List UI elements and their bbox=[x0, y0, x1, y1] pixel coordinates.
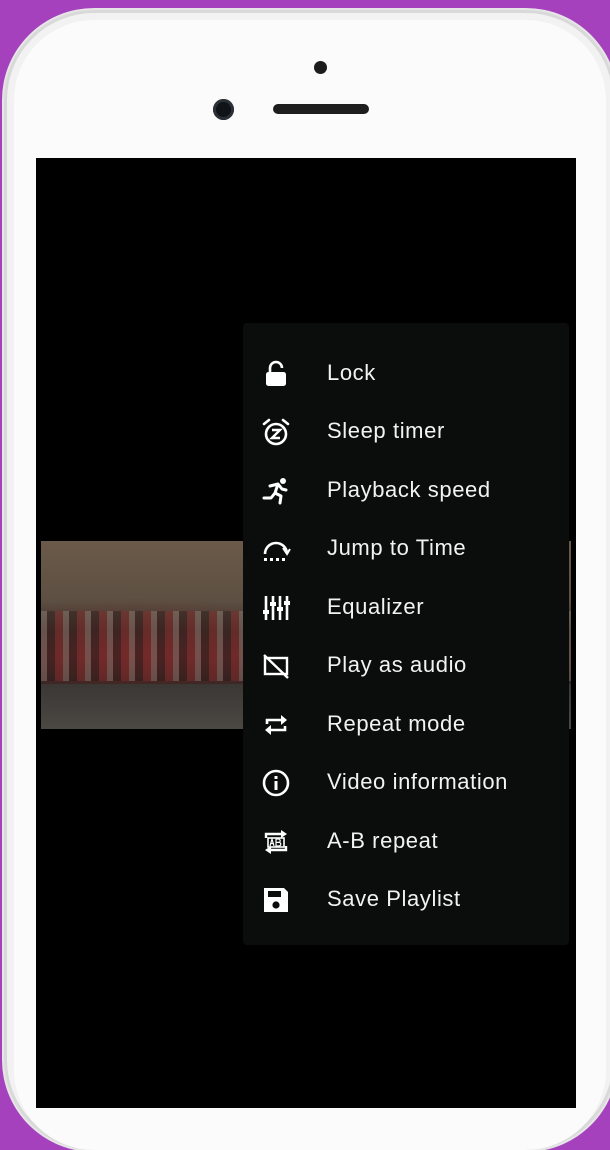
earpiece-speaker bbox=[273, 104, 369, 114]
jump-to-time-icon bbox=[261, 534, 291, 564]
menu-item-label: Video information bbox=[327, 769, 509, 794]
menu-item-label: Sleep timer bbox=[327, 418, 445, 443]
menu-item-video-information[interactable]: Video information bbox=[243, 754, 569, 810]
menu-item-label: Playback speed bbox=[327, 477, 491, 502]
info-icon bbox=[261, 768, 291, 798]
menu-item-playback-speed[interactable]: Playback speed bbox=[243, 462, 569, 518]
ab-repeat-icon bbox=[261, 827, 291, 857]
menu-item-save-playlist[interactable]: Save Playlist bbox=[243, 871, 569, 927]
equalizer-icon bbox=[261, 593, 291, 623]
menu-item-lock[interactable]: Lock bbox=[243, 345, 569, 401]
menu-item-label: Jump to Time bbox=[327, 535, 467, 560]
menu-item-equalizer[interactable]: Equalizer bbox=[243, 579, 569, 635]
menu-item-label: Save Playlist bbox=[327, 886, 461, 911]
video-player-screen[interactable]: Lock Sleep timer Playback speed Jump to … bbox=[36, 158, 576, 1108]
front-camera bbox=[213, 99, 234, 120]
menu-item-repeat-mode[interactable]: Repeat mode bbox=[243, 696, 569, 752]
menu-item-label: Repeat mode bbox=[327, 711, 466, 736]
player-options-menu: Lock Sleep timer Playback speed Jump to … bbox=[243, 323, 569, 945]
lock-icon bbox=[261, 359, 291, 389]
menu-item-label: A-B repeat bbox=[327, 828, 439, 853]
menu-item-jump-to-time[interactable]: Jump to Time bbox=[243, 520, 569, 576]
repeat-icon bbox=[261, 710, 291, 740]
play-as-audio-icon bbox=[261, 651, 291, 681]
playback-speed-icon bbox=[261, 476, 291, 506]
menu-item-label: Equalizer bbox=[327, 594, 425, 619]
menu-item-label: Play as audio bbox=[327, 652, 467, 677]
menu-item-sleep-timer[interactable]: Sleep timer bbox=[243, 403, 569, 459]
proximity-sensor bbox=[314, 61, 327, 74]
sleep-timer-icon bbox=[261, 417, 291, 447]
menu-item-play-as-audio[interactable]: Play as audio bbox=[243, 637, 569, 693]
save-icon bbox=[261, 885, 291, 915]
menu-item-ab-repeat[interactable]: A-B repeat bbox=[243, 813, 569, 869]
menu-item-label: Lock bbox=[327, 360, 376, 385]
